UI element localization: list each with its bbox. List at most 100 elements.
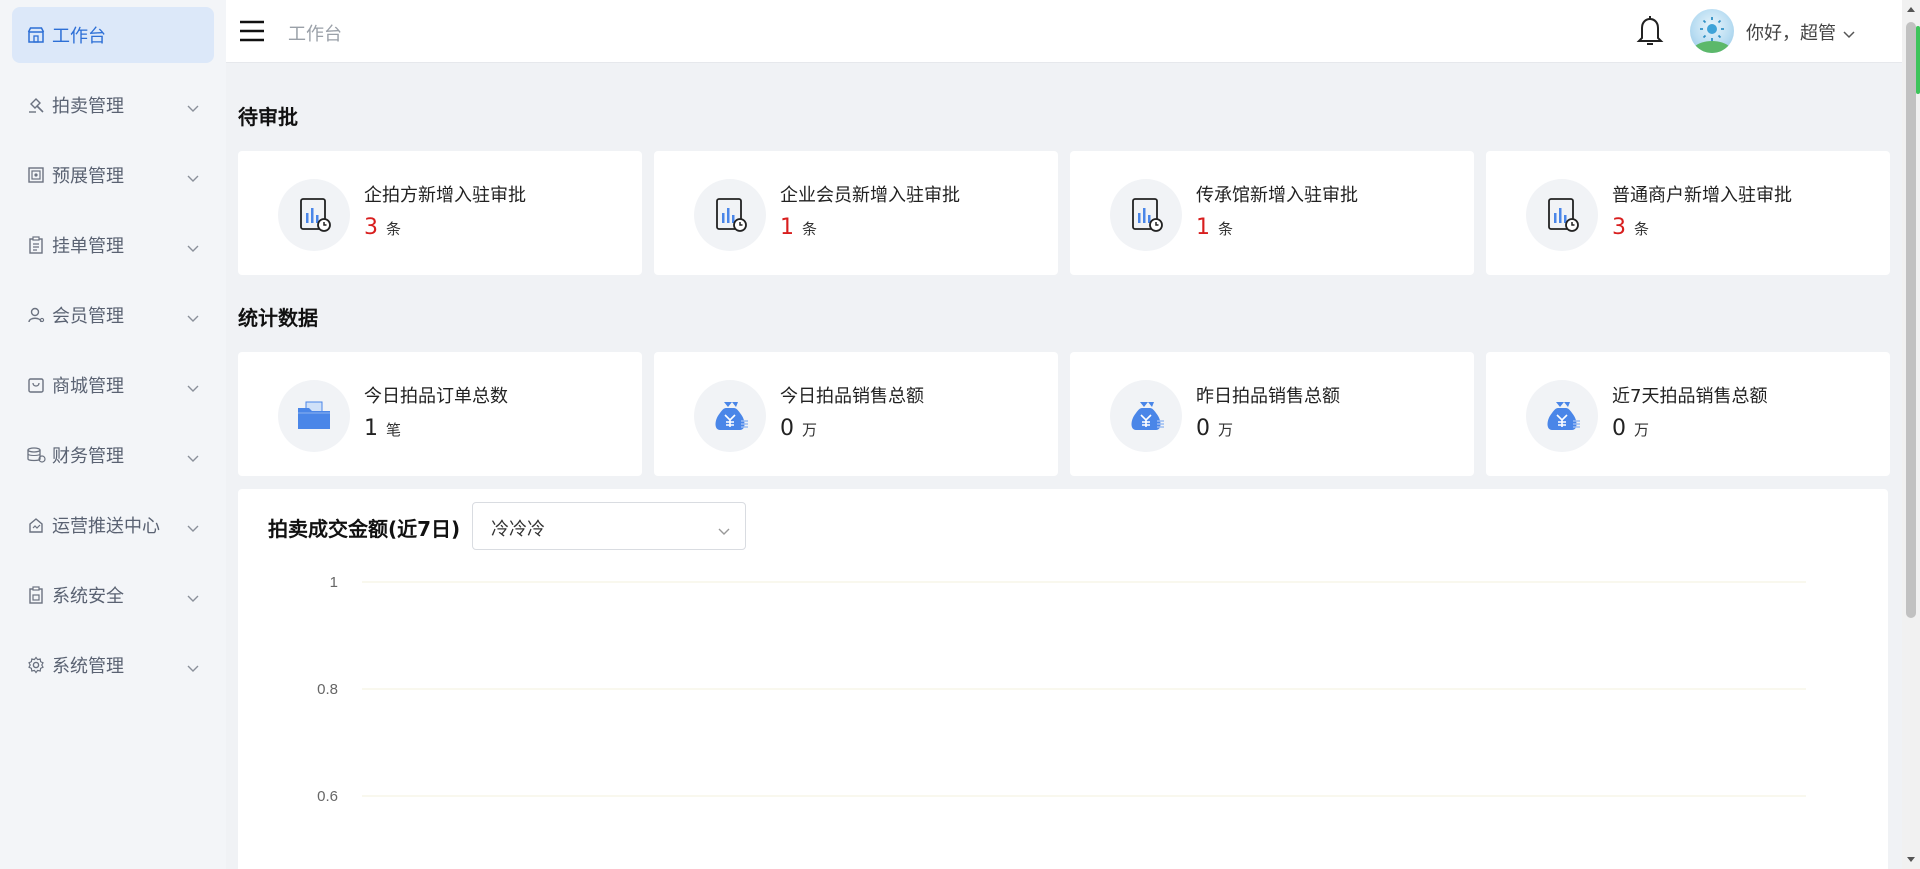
pending-card-label: 传承馆新增入驻审批 xyxy=(1196,185,1358,206)
chevron-down-icon[interactable] xyxy=(1842,24,1856,43)
sidebar-item-label: 工作台 xyxy=(52,26,106,47)
sidebar-item-label: 挂单管理 xyxy=(52,236,124,257)
user-greeting[interactable]: 你好，超管 xyxy=(1746,19,1836,45)
stats-section-title: 统计数据 xyxy=(238,306,318,330)
sidebar-item-label: 系统安全 xyxy=(52,586,124,607)
pending-count: 3 xyxy=(364,215,378,240)
stat-card-value: 0万 xyxy=(780,416,817,441)
scrollbar[interactable] xyxy=(1902,0,1920,869)
stat-unit: 万 xyxy=(802,421,818,439)
chevron-down-icon xyxy=(186,657,200,678)
pending-count: 1 xyxy=(1196,215,1210,240)
stat-unit: 笔 xyxy=(386,421,402,439)
sidebar-item-label: 系统管理 xyxy=(52,656,124,677)
menu-toggle-icon[interactable] xyxy=(238,18,266,44)
avatar[interactable] xyxy=(1690,9,1734,53)
sidebar-item-preview[interactable]: 预展管理 xyxy=(12,147,214,203)
gear-icon xyxy=(26,655,46,675)
pending-card[interactable]: 普通商户新增入驻审批 3条 xyxy=(1486,151,1890,275)
y-tick-label: 0.6 xyxy=(317,788,338,805)
chevron-down-icon xyxy=(186,167,200,188)
sidebar-item-operations-push[interactable]: 运营推送中心 xyxy=(12,497,214,553)
y-tick-label: 1 xyxy=(330,574,338,591)
chevron-down-icon xyxy=(186,307,200,328)
clipboard-icon xyxy=(26,235,46,255)
sidebar-item-label: 财务管理 xyxy=(52,446,124,467)
pending-unit: 条 xyxy=(386,220,402,238)
sidebar-item-label: 预展管理 xyxy=(52,166,124,187)
sidebar-item-system-security[interactable]: 系统安全 xyxy=(12,567,214,623)
pending-unit: 条 xyxy=(802,220,818,238)
pending-card[interactable]: 企拍方新增入驻审批 3条 xyxy=(238,151,642,275)
report-chart-icon xyxy=(278,179,350,251)
money-bag-icon xyxy=(694,380,766,452)
sidebar-item-finance[interactable]: 财务管理 xyxy=(12,427,214,483)
pending-card[interactable]: 传承馆新增入驻审批 1条 xyxy=(1070,151,1474,275)
breadcrumb[interactable]: 工作台 xyxy=(288,20,342,46)
gavel-icon xyxy=(26,95,46,115)
chevron-down-icon xyxy=(186,377,200,398)
sidebar-item-mall[interactable]: 商城管理 xyxy=(12,357,214,413)
pending-card-value: 3条 xyxy=(364,215,401,240)
stat-card-label: 今日拍品销售总额 xyxy=(780,386,924,407)
picture-icon xyxy=(26,165,46,185)
sidebar-item-label: 运营推送中心 xyxy=(52,516,160,537)
stat-card[interactable]: 近7天拍品销售总额 0万 xyxy=(1486,352,1890,476)
stat-value: 0 xyxy=(780,416,794,441)
chart-panel: 拍卖成交金额(近7日) 冷冷冷 1 0.8 0.6 xyxy=(238,489,1888,869)
sidebar-item-system-management[interactable]: 系统管理 xyxy=(12,637,214,693)
sidebar-item-members[interactable]: 会员管理 xyxy=(12,287,214,343)
sidebar-item-listing[interactable]: 挂单管理 xyxy=(12,217,214,273)
report-chart-icon xyxy=(1526,179,1598,251)
stat-card-value: 0万 xyxy=(1612,416,1649,441)
stat-value: 0 xyxy=(1196,416,1210,441)
pending-card-value: 3条 xyxy=(1612,215,1649,240)
sidebar-item-label: 拍卖管理 xyxy=(52,96,124,117)
coins-icon xyxy=(26,445,46,465)
bell-icon[interactable] xyxy=(1636,14,1664,48)
pending-card-label: 企业会员新增入驻审批 xyxy=(780,185,960,206)
chevron-down-icon xyxy=(186,237,200,258)
pending-section-title: 待审批 xyxy=(238,105,298,129)
chevron-down-icon xyxy=(186,517,200,538)
stat-card-value: 0万 xyxy=(1196,416,1233,441)
sidebar-item-auction[interactable]: 拍卖管理 xyxy=(12,77,214,133)
scrollbar-thumb[interactable] xyxy=(1906,22,1916,618)
chevron-down-icon xyxy=(186,447,200,468)
scroll-down-icon[interactable] xyxy=(1902,853,1920,867)
report-chart-icon xyxy=(694,179,766,251)
chart-plot: 1 0.8 0.6 xyxy=(317,574,1806,805)
sidebar-item-dashboard[interactable]: 工作台 xyxy=(12,7,214,63)
push-icon xyxy=(26,515,46,535)
stat-card[interactable]: 今日拍品销售总额 0万 xyxy=(654,352,1058,476)
y-tick-label: 0.8 xyxy=(317,681,338,698)
stat-card-label: 今日拍品订单总数 xyxy=(364,386,508,407)
pending-card-value: 1条 xyxy=(780,215,817,240)
main-content: 待审批 企拍方新增入驻审批 3条 企业会员新增入驻审批 1条 传承馆新增入驻审批… xyxy=(226,63,1900,869)
stat-card[interactable]: 今日拍品订单总数 1笔 xyxy=(238,352,642,476)
pending-card-label: 普通商户新增入驻审批 xyxy=(1612,185,1792,206)
scroll-indicator xyxy=(1916,26,1920,94)
sidebar-item-label: 商城管理 xyxy=(52,376,124,397)
report-chart-icon xyxy=(1110,179,1182,251)
pending-card-label: 企拍方新增入驻审批 xyxy=(364,185,526,206)
mall-icon xyxy=(26,375,46,395)
stat-unit: 万 xyxy=(1218,421,1234,439)
stat-card[interactable]: 昨日拍品销售总额 0万 xyxy=(1070,352,1474,476)
stat-value: 0 xyxy=(1612,416,1626,441)
chevron-down-icon xyxy=(186,587,200,608)
pending-card-value: 1条 xyxy=(1196,215,1233,240)
pending-card[interactable]: 企业会员新增入驻审批 1条 xyxy=(654,151,1058,275)
scroll-up-icon[interactable] xyxy=(1902,2,1920,16)
chevron-down-icon xyxy=(186,97,200,118)
folder-icon xyxy=(278,380,350,452)
money-bag-icon xyxy=(1526,380,1598,452)
user-icon xyxy=(26,305,46,325)
pending-unit: 条 xyxy=(1218,220,1234,238)
top-bar: 工作台 你好，超管 xyxy=(226,0,1920,63)
store-icon xyxy=(26,25,46,45)
stat-card-label: 近7天拍品销售总额 xyxy=(1612,386,1768,407)
pending-unit: 条 xyxy=(1634,220,1650,238)
sidebar-item-label: 会员管理 xyxy=(52,306,124,327)
stat-card-value: 1笔 xyxy=(364,416,401,441)
